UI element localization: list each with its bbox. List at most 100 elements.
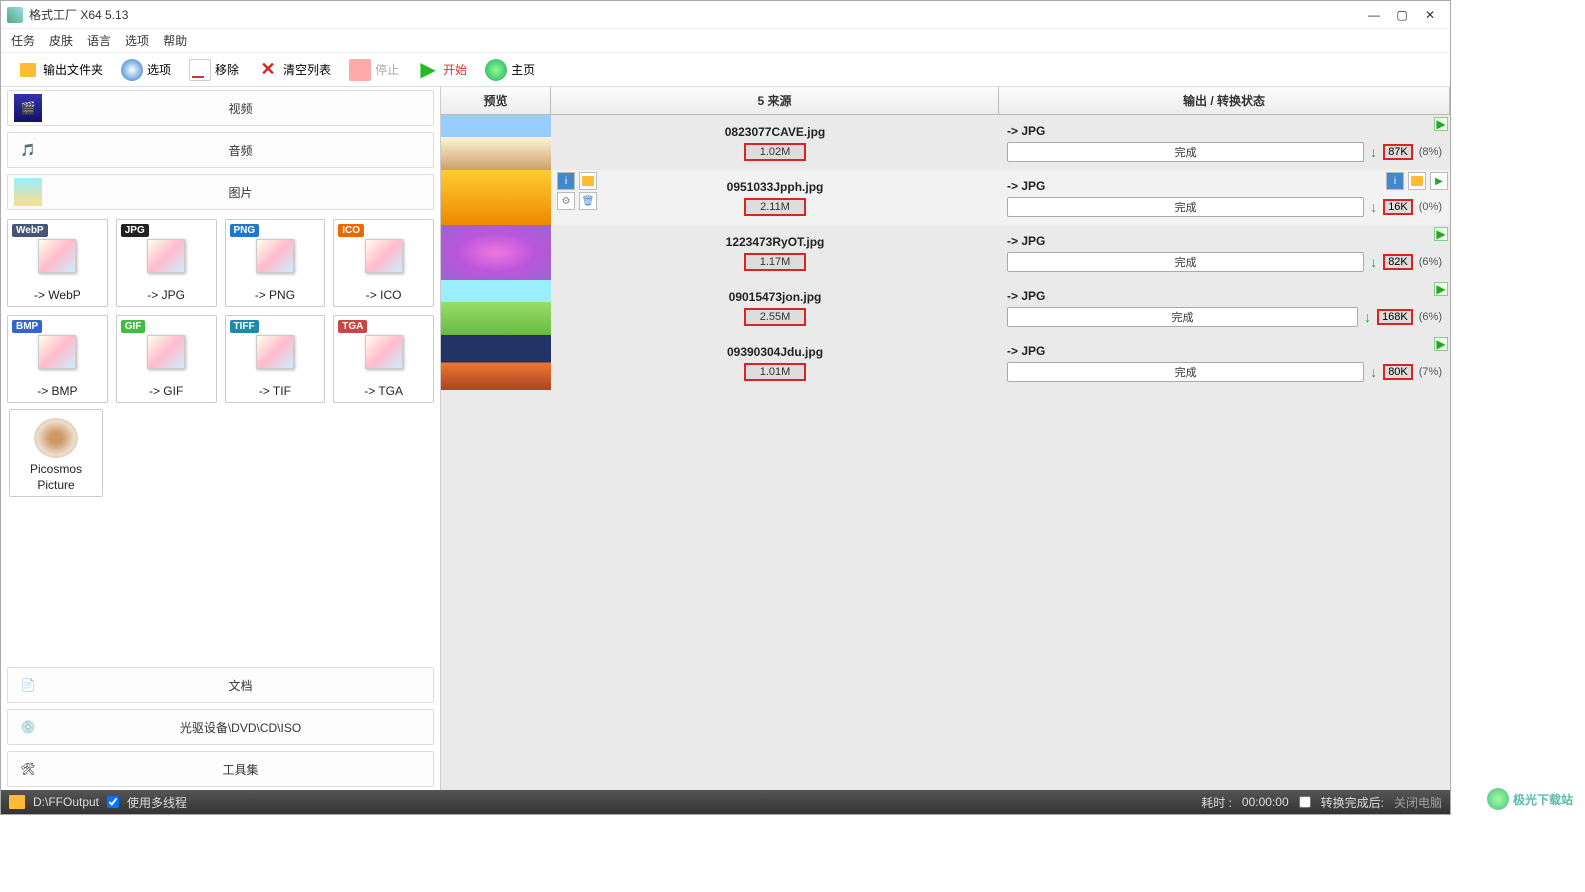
arrow-down-icon: ↓ (1370, 144, 1377, 160)
menu-lang[interactable]: 语言 (87, 32, 111, 49)
homepage-button[interactable]: 主页 (479, 57, 541, 83)
task-row[interactable]: i ⚙ 🗑 0951033Jpph.jpg 2.11M i ▶ -> JPG 完… (441, 170, 1450, 225)
clear-list-button[interactable]: ✕ 清空列表 (251, 57, 337, 83)
document-minus-icon (189, 59, 211, 81)
source-cell: 0823077CAVE.jpg 1.02M (551, 115, 999, 170)
globe-icon (485, 59, 507, 81)
output-path[interactable]: D:\FFOutput (33, 795, 99, 809)
thumbnail (441, 170, 551, 225)
category-disc[interactable]: 💿 光驱设备\DVD\CD\ISO (7, 709, 434, 745)
folder-icon (17, 59, 39, 81)
format-thumb-icon (147, 239, 185, 273)
open-folder-icon[interactable] (579, 172, 597, 190)
filename: 0951033Jpph.jpg (727, 180, 824, 194)
task-row[interactable]: 1223473RyOT.jpg 1.17M ▶ -> JPG 完成 ↓ 82K … (441, 225, 1450, 280)
format-tile-gif[interactable]: GIF -> GIF (116, 315, 217, 403)
output-folder-button[interactable]: 输出文件夹 (11, 57, 109, 83)
task-row[interactable]: 09015473jon.jpg 2.55M ▶ -> JPG 完成 ↓ 168K… (441, 280, 1450, 335)
watermark: 极光下载站 (1487, 788, 1573, 810)
status-cell: ▶ -> JPG 完成 ↓ 168K (6%) (999, 280, 1450, 335)
format-tile-jpg[interactable]: JPG -> JPG (116, 219, 217, 307)
remove-button[interactable]: 移除 (183, 57, 245, 83)
minimize-button[interactable]: — (1360, 5, 1388, 25)
category-image[interactable]: 图片 (7, 174, 434, 210)
format-tile-tiff[interactable]: TIFF -> TIF (225, 315, 326, 403)
thumbnail (441, 335, 551, 390)
list-body: 0823077CAVE.jpg 1.02M ▶ -> JPG 完成 ↓ 87K … (441, 115, 1450, 790)
options-button[interactable]: 选项 (115, 57, 177, 83)
format-thumb-icon (147, 335, 185, 369)
delete-icon[interactable]: 🗑 (579, 192, 597, 210)
multithread-checkbox[interactable] (107, 796, 119, 808)
toolbar: 输出文件夹 选项 移除 ✕ 清空列表 停止 ▶ 开始 主页 (1, 53, 1450, 87)
maximize-button[interactable]: ▢ (1388, 5, 1416, 25)
picosmos-icon (34, 418, 78, 458)
category-tools[interactable]: 🛠 工具集 (7, 751, 434, 787)
play-icon: ▶ (417, 59, 439, 81)
format-tile-png[interactable]: PNG -> PNG (225, 219, 326, 307)
target-format: -> JPG (1007, 289, 1442, 303)
play-icon[interactable]: ▶ (1434, 117, 1448, 131)
format-tile-bmp[interactable]: BMP -> BMP (7, 315, 108, 403)
category-audio[interactable]: 🎵 音频 (7, 132, 434, 168)
stop-button[interactable]: 停止 (343, 57, 405, 83)
menubar: 任务 皮肤 语言 选项 帮助 (1, 29, 1450, 53)
col-source[interactable]: 5 来源 (551, 87, 999, 114)
source-cell: 09015473jon.jpg 2.55M (551, 280, 999, 335)
play-icon[interactable]: ▶ (1434, 282, 1448, 296)
settings-icon[interactable]: ⚙ (557, 192, 575, 210)
multithread-label: 使用多线程 (127, 794, 187, 811)
format-tile-tga[interactable]: TGA -> TGA (333, 315, 434, 403)
format-label: -> PNG (255, 288, 295, 302)
close-button[interactable]: ✕ (1416, 5, 1444, 25)
task-row[interactable]: 09390304Jdu.jpg 1.01M ▶ -> JPG 完成 ↓ 80K … (441, 335, 1450, 390)
col-preview[interactable]: 预览 (441, 87, 551, 114)
menu-option[interactable]: 选项 (125, 32, 149, 49)
window-title: 格式工厂 X64 5.13 (29, 6, 1360, 23)
play-icon[interactable]: ▶ (1430, 172, 1448, 190)
play-icon[interactable]: ▶ (1434, 337, 1448, 351)
output-size: 87K (1383, 144, 1413, 160)
task-row[interactable]: 0823077CAVE.jpg 1.02M ▶ -> JPG 完成 ↓ 87K … (441, 115, 1450, 170)
format-badge: JPG (121, 224, 149, 237)
compression-pct: (8%) (1419, 146, 1442, 158)
picosmos-tile[interactable]: Picosmos Picture (9, 409, 103, 497)
menu-skin[interactable]: 皮肤 (49, 32, 73, 49)
col-status[interactable]: 输出 / 转换状态 (999, 87, 1450, 114)
filename: 1223473RyOT.jpg (726, 235, 825, 249)
format-label: -> WebP (34, 288, 81, 302)
open-folder-icon[interactable] (1408, 172, 1426, 190)
main-panel: 预览 5 来源 输出 / 转换状态 0823077CAVE.jpg 1.02M … (441, 87, 1450, 790)
menu-task[interactable]: 任务 (11, 32, 35, 49)
format-grid: WebP -> WebPJPG -> JPGPNG -> PNGICO -> I… (1, 213, 440, 409)
arrow-down-icon: ↓ (1364, 309, 1371, 325)
category-video[interactable]: 🎬 视频 (7, 90, 434, 126)
after-value[interactable]: 关闭电脑 (1394, 794, 1442, 811)
format-label: -> TGA (364, 384, 403, 398)
target-format: -> JPG (1007, 124, 1442, 138)
menu-help[interactable]: 帮助 (163, 32, 187, 49)
tools-icon: 🛠 (14, 755, 42, 783)
start-button[interactable]: ▶ 开始 (411, 57, 473, 83)
format-tile-webp[interactable]: WebP -> WebP (7, 219, 108, 307)
info-icon[interactable]: i (1386, 172, 1404, 190)
format-label: -> ICO (366, 288, 402, 302)
status-cell: i ▶ -> JPG 完成 ↓ 16K (0%) (999, 170, 1450, 225)
info-icon[interactable]: i (557, 172, 575, 190)
arrow-down-icon: ↓ (1370, 254, 1377, 270)
format-thumb-icon (256, 239, 294, 273)
category-document[interactable]: 📄 文档 (7, 667, 434, 703)
folder-icon[interactable] (9, 795, 25, 809)
output-size: 82K (1383, 254, 1413, 270)
file-size: 2.11M (744, 198, 806, 216)
progress-bar: 完成 (1007, 252, 1364, 272)
progress-bar: 完成 (1007, 197, 1364, 217)
format-tile-ico[interactable]: ICO -> ICO (333, 219, 434, 307)
file-size: 2.55M (744, 308, 807, 326)
play-icon[interactable]: ▶ (1434, 227, 1448, 241)
status-cell: ▶ -> JPG 完成 ↓ 82K (6%) (999, 225, 1450, 280)
format-thumb-icon (365, 335, 403, 369)
format-thumb-icon (38, 335, 76, 369)
x-icon: ✕ (257, 59, 279, 81)
after-checkbox[interactable] (1299, 796, 1311, 808)
